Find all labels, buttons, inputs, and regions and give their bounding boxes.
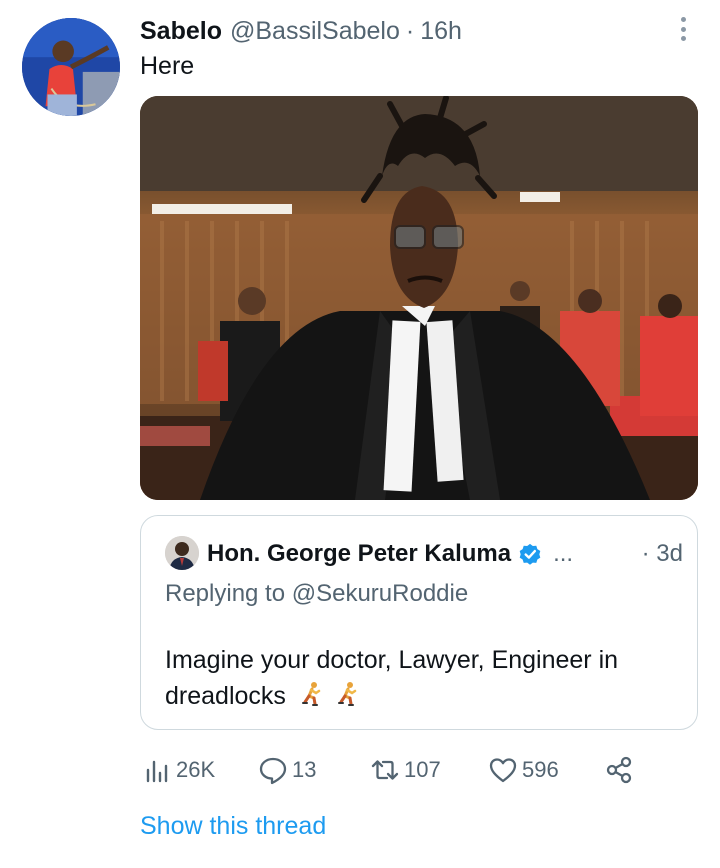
reply-count: 13 <box>292 757 317 782</box>
share-icon <box>604 755 638 785</box>
views-button[interactable]: 26K <box>142 750 215 790</box>
verified-badge-icon <box>517 541 543 567</box>
separator-dot: · <box>641 540 650 567</box>
replying-to: Replying to @SekuruRoddie <box>165 580 469 607</box>
person-running-icon <box>335 681 361 707</box>
like-button[interactable]: 596 <box>488 750 559 790</box>
quoted-tweet-timestamp[interactable]: · 3d <box>642 540 683 568</box>
views-count: 26K <box>176 757 216 782</box>
more-options-icon[interactable] <box>672 14 694 44</box>
retweet-icon <box>370 755 404 785</box>
reply-icon <box>258 755 292 785</box>
like-count: 596 <box>522 757 559 782</box>
tweet-text: Here <box>140 52 195 80</box>
person-running-icon <box>299 681 325 707</box>
author-avatar[interactable] <box>22 18 120 116</box>
quoted-time-value: 3d <box>656 540 683 567</box>
quoted-tweet-text: Imagine your doctor, Lawyer, Engineer in… <box>165 642 673 714</box>
author-name[interactable]: Sabelo <box>140 17 222 46</box>
analytics-icon <box>142 755 176 785</box>
author-handle[interactable]: @BassilSabelo <box>230 17 400 46</box>
tweet-actions: 26K 13 107 596 <box>140 750 640 790</box>
quoted-tweet-body: Imagine your doctor, Lawyer, Engineer in… <box>165 646 619 710</box>
tweet-header: Sabelo @BassilSabelo · 16h <box>140 14 660 48</box>
retweet-button[interactable]: 107 <box>370 750 441 790</box>
quoted-tweet-header: Hon. George Peter Kaluma ... · 3d <box>207 536 683 572</box>
truncation-ellipsis: ... <box>553 540 574 567</box>
tweet-timestamp[interactable]: 16h <box>420 17 462 46</box>
share-button[interactable] <box>604 750 638 790</box>
tweet-photo[interactable] <box>140 96 698 500</box>
quoted-author-name[interactable]: Hon. George Peter Kaluma <box>207 540 511 568</box>
quoted-author-avatar[interactable] <box>165 536 199 570</box>
show-thread-link[interactable]: Show this thread <box>140 812 326 841</box>
reply-button[interactable]: 13 <box>258 750 316 790</box>
tweet: Sabelo @BassilSabelo · 16h Here Hon. Geo… <box>0 0 720 868</box>
quoted-tweet[interactable]: Hon. George Peter Kaluma ... · 3d Replyi… <box>140 515 698 730</box>
separator-dot: · <box>405 16 415 45</box>
heart-icon <box>488 755 522 785</box>
retweet-count: 107 <box>404 757 441 782</box>
